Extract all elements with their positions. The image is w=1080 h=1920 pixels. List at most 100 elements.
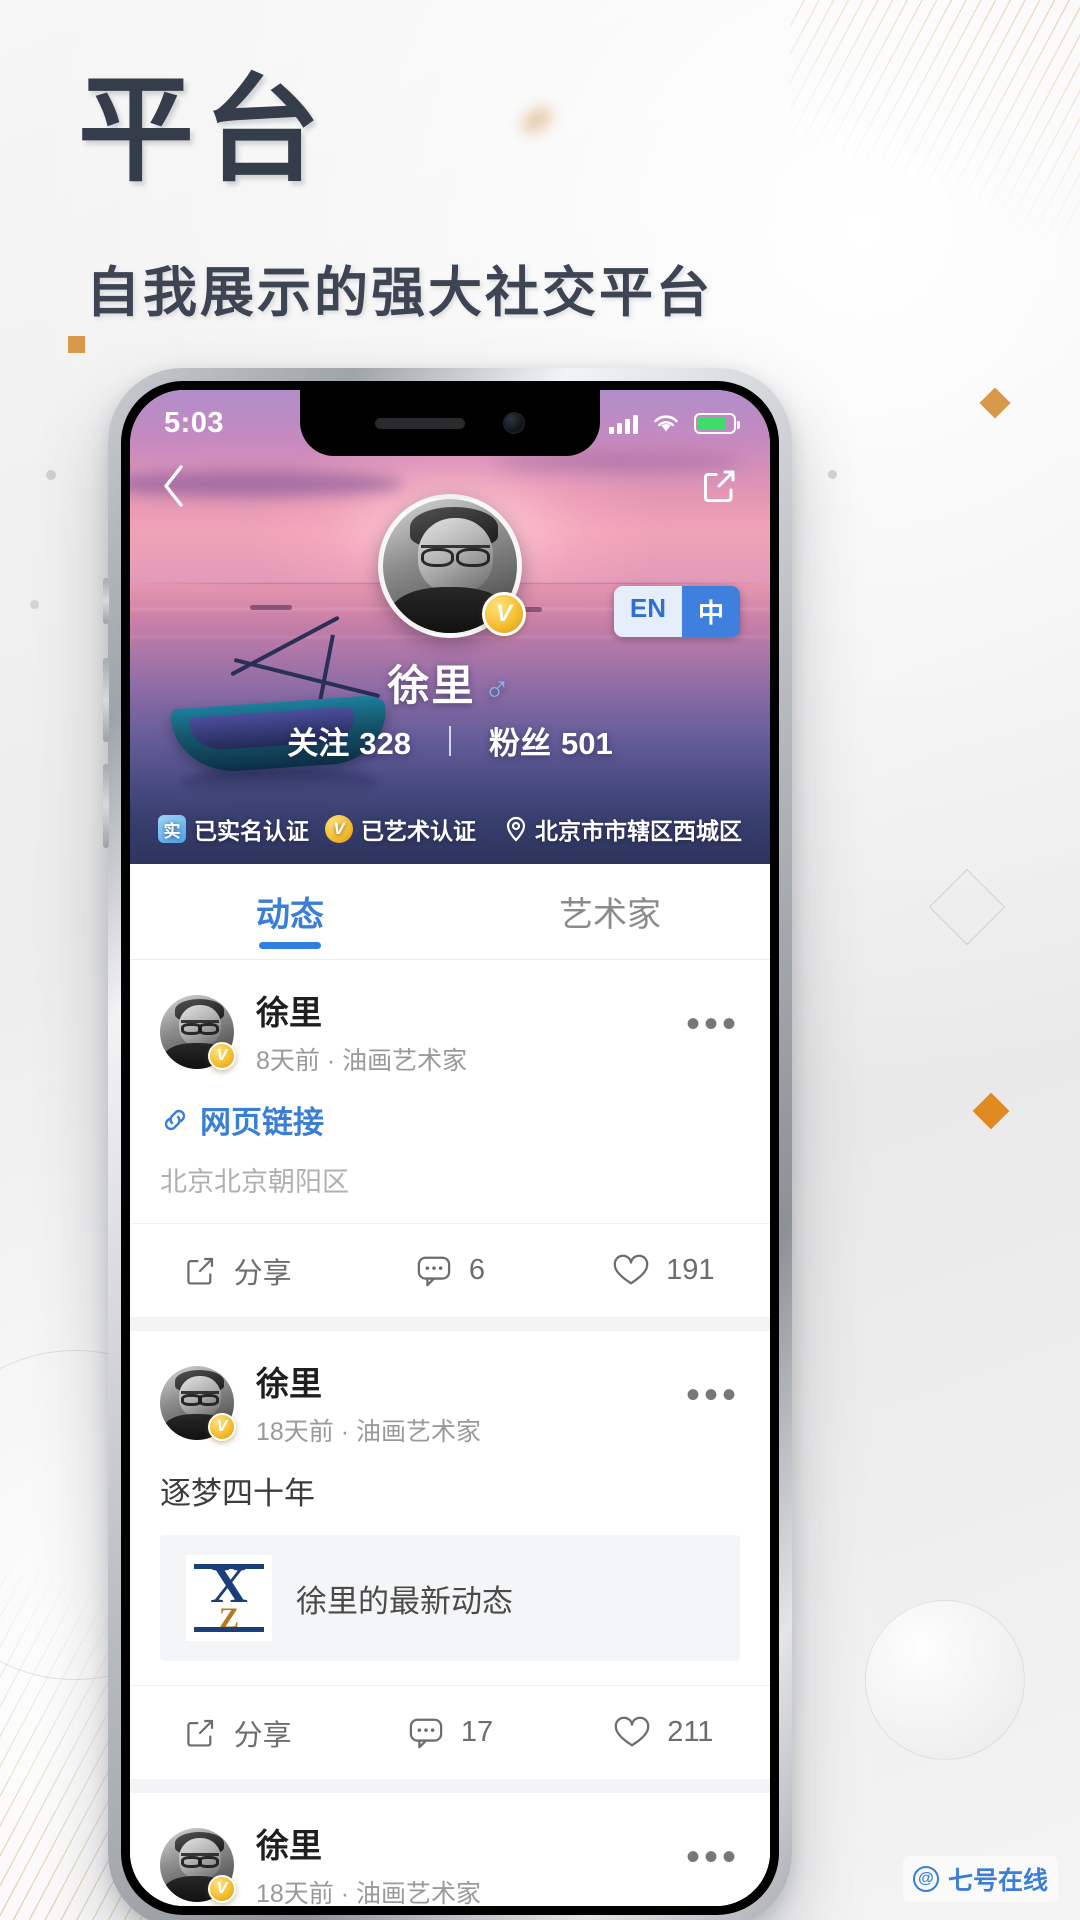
decor-diamond-outline xyxy=(928,868,1006,946)
decor-circle-right xyxy=(865,1600,1025,1760)
post-meta: 徐里 18天前 · 油画艺术家 xyxy=(256,1357,481,1448)
post-comment-count: 17 xyxy=(460,1716,494,1748)
post-avatar[interactable]: V xyxy=(160,1365,236,1441)
profile-location-text: 北京市市辖区西城区 xyxy=(535,818,742,844)
post-share-label: 分享 xyxy=(233,1719,292,1752)
language-toggle[interactable]: EN 中 xyxy=(613,586,740,637)
decor-hatch-top-right xyxy=(790,0,1080,270)
post-avatar[interactable]: V xyxy=(160,994,236,1070)
post-comment-button[interactable]: 17 xyxy=(343,1686,556,1779)
post-meta: 徐里 8天前 · 油画艺术家 xyxy=(256,986,467,1077)
language-option-cn[interactable]: 中 xyxy=(681,586,740,637)
logo-monogram: X Z xyxy=(210,1560,248,1634)
verified-badge-icon: V xyxy=(482,592,526,636)
post-feed: V 徐里 8天前 · 油画艺术家 ••• 网页链接 北京北京朝阳区 分享 6 1… xyxy=(130,960,770,1906)
at-sign-icon: @ xyxy=(912,1866,939,1892)
post-header: V 徐里 8天前 · 油画艺术家 ••• xyxy=(130,960,770,1077)
profile-name: 徐里 ♂ xyxy=(130,652,770,713)
boat-reflection xyxy=(180,768,380,798)
profile-location[interactable]: 北京市市辖区西城区 xyxy=(504,812,742,846)
post-header: V 徐里 18天前 · 油画艺术家 ••• xyxy=(130,1793,770,1906)
stat-following-label: 关注 xyxy=(287,726,350,761)
profile-tabs: 动态 艺术家 xyxy=(130,864,770,960)
avatar-glasses-icon xyxy=(420,544,491,567)
post-more-dots-icon[interactable]: ••• xyxy=(686,1375,740,1421)
share-external-icon[interactable] xyxy=(698,465,740,507)
post-timestamp: 18天前 · 油画艺术家 xyxy=(256,1418,482,1446)
post-author: 徐里 xyxy=(256,1365,322,1402)
location-pin-icon xyxy=(506,816,526,842)
phone-bezel: 5:03 V EN 中 徐里 ♂ 关注 328 粉丝 501 实 已实名认证 V… xyxy=(121,381,779,1915)
badge-artist-label: 已艺术认证 xyxy=(361,818,476,844)
profile-cover: 5:03 V EN 中 徐里 ♂ 关注 328 粉丝 501 实 已实名认证 V… xyxy=(130,390,770,864)
post-separator xyxy=(130,1779,770,1793)
cover-distant-boat-1 xyxy=(250,605,292,610)
battery-icon xyxy=(694,412,740,434)
post-like-button[interactable]: 211 xyxy=(557,1686,770,1779)
post-verified-badge-icon: V xyxy=(208,1874,236,1903)
post-web-link[interactable]: 网页链接 xyxy=(130,1077,770,1142)
post-header: V 徐里 18天前 · 油画艺术家 ••• xyxy=(130,1331,770,1448)
back-chevron-icon[interactable] xyxy=(160,463,188,509)
post-verified-badge-icon: V xyxy=(208,1412,236,1441)
post-actions: 分享 17 211 xyxy=(130,1685,770,1779)
post-more-dots-icon[interactable]: ••• xyxy=(686,1837,740,1883)
decor-dot-gray-3 xyxy=(828,470,837,479)
comment-bubble-icon xyxy=(409,1718,443,1748)
status-time: 5:03 xyxy=(164,406,225,439)
post-link-card[interactable]: X Z 徐里的最新动态 xyxy=(160,1535,740,1661)
decor-dot-blur-orange xyxy=(517,102,557,138)
logo-bar-bottom xyxy=(194,1627,264,1632)
decor-dot-gray-2 xyxy=(30,600,39,609)
stat-following-value: 328 xyxy=(359,726,411,761)
post-item: V 徐里 18天前 · 油画艺术家 ••• 逐梦四十年 X Z 徐里的最新动态 … xyxy=(130,1331,770,1779)
comment-bubble-icon xyxy=(417,1256,451,1286)
post-like-count: 191 xyxy=(666,1254,715,1286)
watermark-text: 七号在线 xyxy=(947,1867,1048,1895)
earpiece-speaker xyxy=(375,417,465,429)
post-meta: 徐里 18天前 · 油画艺术家 xyxy=(256,1819,481,1906)
phone-volume-up xyxy=(103,658,109,742)
badge-realname[interactable]: 实 已实名认证 xyxy=(158,812,309,846)
front-camera-icon xyxy=(503,412,525,434)
profile-name-text: 徐里 xyxy=(387,662,476,709)
post-like-count: 211 xyxy=(667,1716,714,1748)
tab-artist-label: 艺术家 xyxy=(559,896,661,934)
post-share-label: 分享 xyxy=(233,1257,292,1290)
post-author: 徐里 xyxy=(256,1827,322,1864)
realname-shield-icon: 实 xyxy=(158,815,186,843)
heart-icon xyxy=(613,1254,649,1284)
logo-bar-top xyxy=(194,1564,264,1569)
post-timestamp: 18天前 · 油画艺术家 xyxy=(256,1880,482,1906)
stat-following[interactable]: 关注 328 xyxy=(287,718,411,763)
wifi-icon xyxy=(654,415,678,432)
decor-square-orange xyxy=(68,336,85,353)
post-body-text: 逐梦四十年 xyxy=(160,1476,315,1511)
post-like-button[interactable]: 191 xyxy=(557,1224,770,1317)
post-item: V 徐里 8天前 · 油画艺术家 ••• 网页链接 北京北京朝阳区 分享 6 1… xyxy=(130,960,770,1317)
badge-artist[interactable]: V 已艺术认证 xyxy=(325,812,476,846)
post-comment-button[interactable]: 6 xyxy=(343,1224,556,1317)
tab-dynamics-label: 动态 xyxy=(256,896,324,934)
post-avatar-glasses-icon xyxy=(180,1019,220,1035)
profile-stats: 关注 328 粉丝 501 xyxy=(130,718,770,763)
stats-divider xyxy=(449,725,451,756)
gender-icon: ♂ xyxy=(483,667,513,708)
post-location: 北京北京朝阳区 xyxy=(160,1167,349,1197)
stat-followers-value: 501 xyxy=(561,726,613,761)
share-external-icon xyxy=(186,1257,213,1285)
tab-dynamics[interactable]: 动态 xyxy=(130,864,450,959)
stat-followers[interactable]: 粉丝 501 xyxy=(489,718,613,763)
post-more-dots-icon[interactable]: ••• xyxy=(686,1004,740,1050)
avatar[interactable]: V xyxy=(378,494,526,638)
phone-screen: 5:03 V EN 中 徐里 ♂ 关注 328 粉丝 501 实 已实名认证 V… xyxy=(130,390,770,1906)
tab-artist[interactable]: 艺术家 xyxy=(450,864,770,959)
badge-realname-label: 已实名认证 xyxy=(194,818,309,844)
post-avatar[interactable]: V xyxy=(160,1827,236,1903)
post-share-button[interactable]: 分享 xyxy=(130,1686,343,1779)
post-share-button[interactable]: 分享 xyxy=(130,1224,343,1317)
language-option-en[interactable]: EN xyxy=(613,586,682,637)
phone-mockup: 5:03 V EN 中 徐里 ♂ 关注 328 粉丝 501 实 已实名认证 V… xyxy=(103,368,792,1920)
post-actions: 分享 6 191 xyxy=(130,1223,770,1317)
post-author: 徐里 xyxy=(256,994,322,1031)
